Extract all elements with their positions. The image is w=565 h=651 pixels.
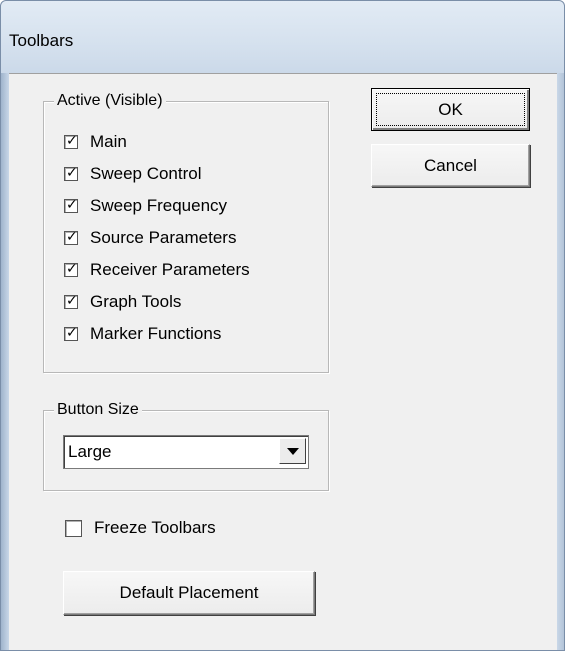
sweep-frequency-checkbox[interactable]: ✓ [64,197,78,213]
marker-functions-label: Marker Functions [90,324,222,343]
checkbox-row-receiver-parameters[interactable]: ✓ Receiver Parameters [64,259,250,281]
receiver-parameters-checkbox[interactable]: ✓ [64,261,78,277]
title-bar[interactable]: Toolbars [1,1,564,73]
cancel-button[interactable]: Cancel [371,144,530,187]
ok-button-label: OK [438,99,463,119]
checkbox-row-freeze-toolbars[interactable]: Freeze Toolbars [65,517,216,539]
checkmark-icon: ✓ [66,133,78,149]
marker-functions-checkbox[interactable]: ✓ [64,325,78,341]
checkbox-row-main[interactable]: ✓ Main [64,131,127,153]
cancel-button-label: Cancel [424,155,477,175]
sweep-control-checkbox[interactable]: ✓ [64,165,78,181]
sweep-control-label: Sweep Control [90,164,202,183]
button-size-group-label: Button Size [54,400,142,420]
button-size-select[interactable]: Large [63,435,309,469]
default-placement-button[interactable]: Default Placement [63,571,315,615]
checkmark-icon: ✓ [66,197,78,213]
checkmark-icon: ✓ [66,229,78,245]
dropdown-arrow-button[interactable] [279,438,306,464]
source-parameters-label: Source Parameters [90,228,237,247]
toolbars-dialog: Toolbars Active (Visible) ✓ Main ✓ Sweep… [0,0,565,651]
window-frame-right [557,73,564,650]
checkmark-icon: ✓ [66,293,78,309]
freeze-toolbars-label: Freeze Toolbars [94,518,216,537]
window-frame-left [1,73,9,650]
ok-button[interactable]: OK [371,88,530,131]
checkmark-icon: ✓ [66,261,78,277]
graph-tools-checkbox[interactable]: ✓ [64,293,78,309]
freeze-toolbars-checkbox[interactable] [65,519,82,537]
active-visible-group: Active (Visible) ✓ Main ✓ Sweep Control … [43,91,329,373]
sweep-frequency-label: Sweep Frequency [90,196,228,215]
checkbox-row-graph-tools[interactable]: ✓ Graph Tools [64,291,181,313]
checkbox-row-marker-functions[interactable]: ✓ Marker Functions [64,323,221,345]
main-label: Main [90,132,127,151]
chevron-down-icon [286,447,299,455]
window-title: Toolbars [9,31,74,50]
main-checkbox[interactable]: ✓ [64,133,78,149]
default-placement-button-label: Default Placement [119,583,259,602]
graph-tools-label: Graph Tools [90,292,182,311]
checkmark-icon: ✓ [66,165,78,181]
source-parameters-checkbox[interactable]: ✓ [64,229,78,245]
checkbox-row-sweep-frequency[interactable]: ✓ Sweep Frequency [64,195,227,217]
button-size-selected-value: Large [68,442,112,461]
dialog-client-area: Active (Visible) ✓ Main ✓ Sweep Control … [9,73,557,650]
receiver-parameters-label: Receiver Parameters [90,260,250,279]
checkmark-icon: ✓ [66,325,78,341]
active-visible-group-label: Active (Visible) [54,91,166,111]
checkbox-row-sweep-control[interactable]: ✓ Sweep Control [64,163,202,185]
button-size-group: Button Size Large [43,400,329,491]
checkbox-row-source-parameters[interactable]: ✓ Source Parameters [64,227,236,249]
